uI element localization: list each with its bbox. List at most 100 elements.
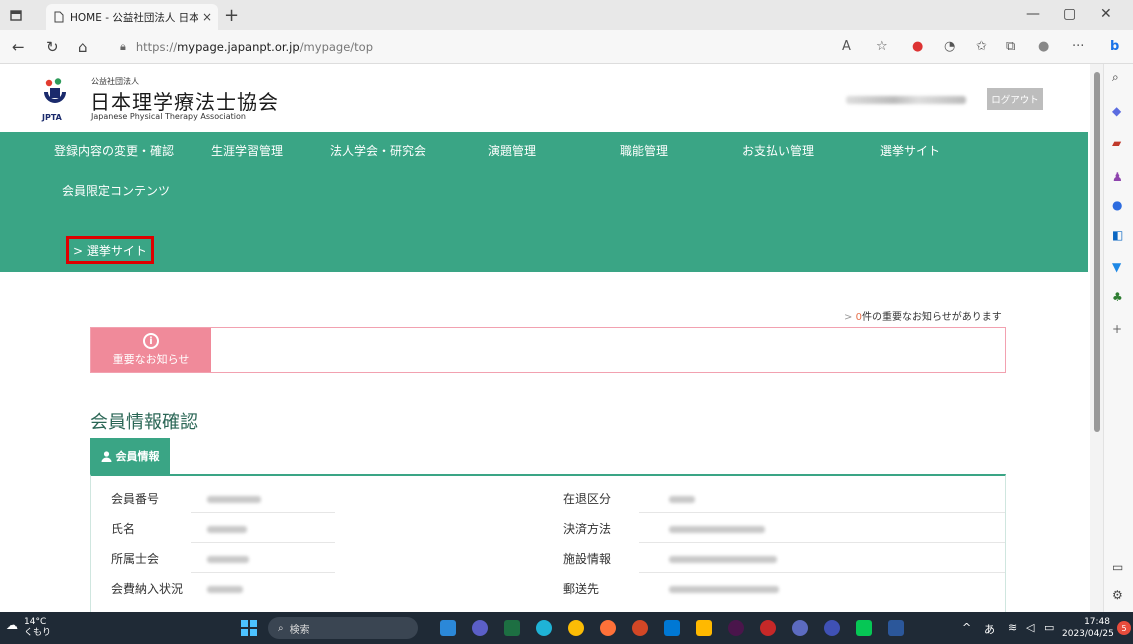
nav-abstracts[interactable]: 演題管理 bbox=[488, 142, 536, 159]
notification-badge[interactable]: 5 bbox=[1117, 621, 1131, 635]
page-scrollbar[interactable] bbox=[1090, 64, 1104, 612]
back-icon[interactable]: ← bbox=[12, 38, 25, 56]
teams-icon[interactable] bbox=[472, 620, 488, 636]
nav-lifelong-learning[interactable]: 生涯学習管理 bbox=[211, 142, 283, 159]
extension-icon[interactable]: ◔ bbox=[944, 39, 955, 54]
line-icon[interactable] bbox=[856, 620, 872, 636]
shopping-tag-icon[interactable]: ◆ bbox=[1112, 104, 1121, 118]
notepad-icon[interactable] bbox=[888, 620, 904, 636]
nav-professional[interactable]: 職能管理 bbox=[620, 142, 668, 159]
file-explorer-icon[interactable] bbox=[696, 620, 712, 636]
tab-title: HOME - 公益社団法人 日本理学 bbox=[70, 11, 198, 24]
excel-icon[interactable] bbox=[504, 620, 520, 636]
tray-chevron-up-icon[interactable]: ^ bbox=[962, 621, 971, 634]
table-row: 会費納入状況 郵送先 bbox=[91, 572, 1007, 602]
tab-actions-icon[interactable] bbox=[0, 0, 32, 30]
task-view-icon[interactable] bbox=[440, 620, 456, 636]
label-member-number: 会員番号 bbox=[111, 492, 160, 506]
notice-count-text: 件の重要なお知らせがあります bbox=[861, 312, 1002, 323]
office-icon[interactable]: ● bbox=[1112, 198, 1122, 212]
tab-member-info-label: 会員情報 bbox=[115, 450, 160, 463]
address-toolbar: ← ↻ ⌂ 🔒︎ https://mypage.japanpt.or.jp/my… bbox=[0, 30, 1133, 64]
battery-icon[interactable]: ▭ bbox=[1044, 621, 1054, 634]
important-notice-panel: i 重要なお知らせ bbox=[90, 327, 1006, 373]
nav-societies[interactable]: 法人学会・研究会 bbox=[330, 142, 426, 159]
system-clock[interactable]: 17:48 2023/04/25 bbox=[1062, 616, 1114, 640]
nav-member-content[interactable]: 会員限定コンテンツ bbox=[62, 182, 170, 199]
taskbar-search[interactable]: ⌕ 検索 bbox=[268, 617, 418, 639]
chrome-icon[interactable] bbox=[568, 620, 584, 636]
info-icon: i bbox=[143, 333, 159, 349]
election-site-link[interactable]: > 選挙サイト bbox=[66, 236, 154, 264]
value-blurred bbox=[669, 586, 779, 593]
person-icon bbox=[101, 450, 111, 462]
browser-tab[interactable]: HOME - 公益社団法人 日本理学 × bbox=[46, 4, 218, 30]
important-notice-count[interactable]: > 0件の重要なお知らせがあります bbox=[844, 308, 1002, 323]
important-notice-tag: i 重要なお知らせ bbox=[91, 328, 211, 372]
minimize-icon[interactable]: — bbox=[1026, 6, 1040, 22]
logout-button[interactable]: ログアウト bbox=[987, 88, 1043, 110]
scrollbar-thumb[interactable] bbox=[1094, 72, 1100, 432]
new-tab-button[interactable]: + bbox=[224, 5, 239, 26]
main-nav: 登録内容の変更・確認 生涯学習管理 法人学会・研究会 演題管理 職能管理 お支払… bbox=[0, 132, 1088, 272]
app-icon[interactable] bbox=[760, 620, 776, 636]
nav-payments[interactable]: お支払い管理 bbox=[742, 142, 814, 159]
refresh-icon[interactable]: ↻ bbox=[46, 38, 59, 56]
volume-icon[interactable]: ◁ bbox=[1026, 621, 1034, 634]
lock-icon: 🔒︎ bbox=[120, 40, 126, 53]
games-icon[interactable]: ♟ bbox=[1112, 170, 1123, 184]
value-blurred bbox=[207, 496, 261, 503]
cloud-icon: ☁ bbox=[6, 618, 18, 632]
start-icon[interactable] bbox=[241, 620, 257, 636]
mail-icon[interactable] bbox=[664, 620, 680, 636]
label-facility: 施設情報 bbox=[563, 552, 612, 566]
url-path: /mypage/top bbox=[299, 40, 374, 54]
edge-icon[interactable] bbox=[536, 620, 552, 636]
tree-icon[interactable]: ♣ bbox=[1112, 290, 1123, 304]
powerpoint-icon[interactable] bbox=[632, 620, 648, 636]
member-info-table: 会員番号 在退区分 氏名 決済方法 所属士会 施設情報 会費納入状況 郵送先 bbox=[90, 474, 1006, 612]
page-icon bbox=[54, 11, 64, 23]
tab-close-icon[interactable]: × bbox=[202, 10, 212, 24]
chevron-right-icon: > bbox=[844, 312, 853, 323]
label-mailing-address: 郵送先 bbox=[563, 582, 600, 596]
more-menu-icon[interactable]: ··· bbox=[1072, 39, 1084, 54]
wifi-icon[interactable]: ≋ bbox=[1008, 621, 1017, 634]
app-icon[interactable] bbox=[824, 620, 840, 636]
favorites-icon[interactable]: ✩ bbox=[976, 39, 987, 54]
profile-avatar-icon[interactable]: ● bbox=[1038, 39, 1049, 54]
nav-registration[interactable]: 登録内容の変更・確認 bbox=[54, 142, 174, 159]
app-icon[interactable] bbox=[792, 620, 808, 636]
url-field[interactable]: 🔒︎ https://mypage.japanpt.or.jp/mypage/t… bbox=[120, 36, 820, 58]
web-page: JPTA 公益社団法人 日本理学療法士協会 Japanese Physical … bbox=[0, 64, 1088, 612]
outlook-icon[interactable]: ◧ bbox=[1112, 228, 1123, 242]
sidebar-panel-icon[interactable]: ▭ bbox=[1112, 560, 1123, 574]
adblock-icon[interactable]: ● bbox=[912, 39, 923, 54]
bing-icon[interactable]: b bbox=[1110, 39, 1119, 54]
windows-taskbar: ☁ 14°C くもり ⌕ 検索 ^ あ ≋ ◁ ▭ 17:48 2023/04/2… bbox=[0, 612, 1133, 644]
value-blurred bbox=[669, 526, 765, 533]
restore-icon[interactable]: ▢ bbox=[1063, 6, 1076, 22]
designer-icon[interactable]: ▼ bbox=[1112, 260, 1121, 274]
tab-member-info[interactable]: 会員情報 bbox=[90, 438, 170, 474]
clock-date: 2023/04/25 bbox=[1062, 629, 1114, 639]
toolbox-icon[interactable]: ▰ bbox=[1112, 136, 1121, 150]
read-aloud-icon[interactable]: A bbox=[842, 39, 851, 54]
window-close-icon[interactable]: ✕ bbox=[1100, 6, 1112, 22]
collections-icon[interactable]: ⧉ bbox=[1006, 39, 1015, 54]
table-row: 所属士会 施設情報 bbox=[91, 542, 1007, 572]
search-icon[interactable]: ⌕ bbox=[1112, 70, 1119, 85]
nav-election[interactable]: 選挙サイト bbox=[880, 142, 940, 159]
edge-sidebar: ⌕ ◆ ▰ ♟ ● ◧ ▼ ♣ + ▭ ⚙ bbox=[1103, 64, 1133, 612]
sidebar-settings-icon[interactable]: ⚙ bbox=[1112, 588, 1123, 602]
add-sidebar-icon[interactable]: + bbox=[1112, 322, 1122, 336]
favorite-add-icon[interactable]: ☆ bbox=[876, 39, 888, 54]
value-blurred bbox=[669, 556, 777, 563]
ime-indicator[interactable]: あ bbox=[984, 621, 995, 637]
site-header: JPTA 公益社団法人 日本理学療法士協会 Japanese Physical … bbox=[0, 64, 1088, 132]
page-title: 会員情報確認 bbox=[90, 412, 198, 433]
slack-icon[interactable] bbox=[728, 620, 744, 636]
home-icon[interactable]: ⌂ bbox=[78, 38, 88, 56]
label-fee-status: 会費納入状況 bbox=[111, 582, 184, 596]
firefox-icon[interactable] bbox=[600, 620, 616, 636]
